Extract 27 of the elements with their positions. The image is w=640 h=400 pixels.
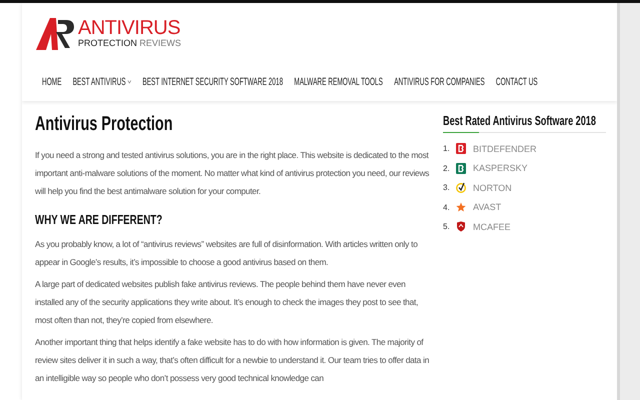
nav-link[interactable]: MALWARE REMOVAL TOOLS [294,76,383,88]
product-link[interactable]: NORTON [473,182,512,193]
nav-link[interactable]: BEST INTERNET SECURITY SOFTWARE 2018 [142,76,283,88]
rank-number: 2. [443,164,451,173]
article-paragraph: As you probably know, a lot of “antivirus reviews” websites are full of disinformation. With articles written only to appear in Google’s results, it’s impossible to choose a good antivirus based on them. [35,238,419,269]
nav-link[interactable]: HOME [42,76,62,88]
rank-number: 4. [443,202,451,212]
product-link[interactable]: AVAST [473,202,502,212]
nav-link[interactable]: CONTACT US [496,76,538,88]
logo-icon [36,16,76,50]
logo-title: ANTIVIRUS [78,18,182,38]
chevron-down-icon [128,80,132,84]
article-paragraph: Another important thing that helps identify a fake website has to do with how information is given. The majority of review sites deliver it in such a way, that’s often difficult for a newbie to understand it. Our team tries to offer data in an intelligible way so people who don’t possess very good technical knowledge can [35,336,430,385]
product-link[interactable]: MCAFEE [473,222,511,232]
nav-link[interactable]: ANTIVIRUS FOR COMPANIES [394,76,485,88]
article-paragraph: A large part of dedicated websites publish fake antivirus reviews. The people behind them have never even installed any of the security applications they write about. It’s enough to check the images they post to see that, most often than not, they’re copied from elsewhere. [35,278,420,327]
article-title: Antivirus Protection [35,113,173,136]
intro-paragraph: If you need a strong and tested antivirus solutions, you are in the right place. This website is dedicated to the most important anti-malware solutions of the moment. No matter what kind of antivirus protection you need, our reviews will help you find the best antimalware solution for your computer. [35,149,430,198]
rank-number: 5. [443,222,451,232]
rank-number: 3. [443,183,451,192]
product-link[interactable]: KASPERSKY [473,163,528,174]
sidebar-title: Best Rated Antivirus Software 2018 [443,113,596,128]
rank-number: 1. [443,144,451,154]
section-heading: WHY WE ARE DIFFERENT? [35,212,162,227]
logo-subtitle: PROTECTION REVIEWS [78,38,182,48]
nav-link[interactable]: BEST ANTIVIRUS [72,76,132,88]
product-link[interactable]: BITDEFENDER [473,144,537,154]
